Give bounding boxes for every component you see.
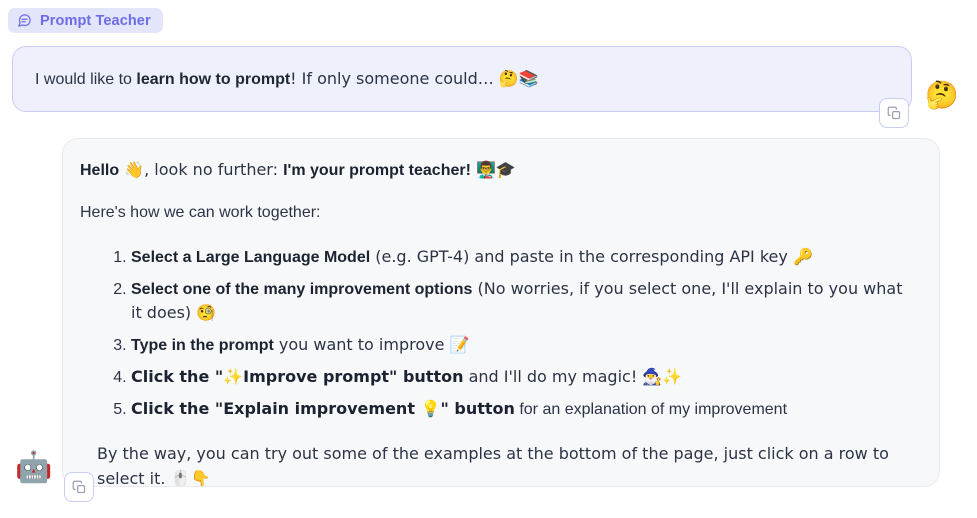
copy-user-message-button[interactable] xyxy=(879,98,909,128)
step-5-rest: for an explanation of my improvement xyxy=(514,401,788,418)
assistant-intro: Here's how we can work together: xyxy=(80,204,321,221)
prompt-teacher-badge-label: Prompt Teacher xyxy=(40,12,151,29)
copy-icon xyxy=(887,106,900,119)
assistant-outro: By the way, you can try out some of the … xyxy=(97,444,889,487)
step-1-bold: Select a Large Language Model xyxy=(131,249,371,266)
assistant-avatar: 🤖 xyxy=(15,450,53,485)
list-item: Click the "Explain improvement 💡" button… xyxy=(131,397,917,421)
step-3-bold: Type in the prompt xyxy=(131,337,274,354)
list-item: Type in the prompt you want to improve 📝 xyxy=(131,333,917,357)
step-1-rest: (e.g. GPT-4) and paste in the correspond… xyxy=(370,247,813,266)
greeting-role: I'm your prompt teacher! xyxy=(283,162,471,179)
greeting-hello: Hello xyxy=(80,162,120,179)
assistant-greeting: Hello 👋, look no further: I'm your promp… xyxy=(80,159,917,182)
user-message-text: I would like to learn how to prompt! If … xyxy=(35,68,539,91)
user-text-bold: learn how to prompt xyxy=(136,70,291,88)
step-5-bold: Click the "Explain improvement 💡" button xyxy=(131,399,515,418)
step-4-rest: and I'll do my magic! 🧙‍♂️✨ xyxy=(463,367,683,386)
copy-icon xyxy=(72,480,85,493)
chat-bubble-icon xyxy=(17,13,32,28)
assistant-message-bubble: Hello 👋, look no further: I'm your promp… xyxy=(62,138,940,487)
copy-assistant-message-button[interactable] xyxy=(64,472,94,502)
prompt-teacher-badge: Prompt Teacher xyxy=(8,8,163,33)
step-4-bold: Click the "✨Improve prompt" button xyxy=(131,367,464,386)
user-message-row: I would like to learn how to prompt! If … xyxy=(12,46,965,112)
step-2-bold: Select one of the many improvement optio… xyxy=(131,281,473,298)
list-item: Select one of the many improvement optio… xyxy=(131,277,917,325)
assistant-steps-list: Select a Large Language Model (e.g. GPT-… xyxy=(80,245,917,421)
greeting-middle: 👋, look no further: xyxy=(119,160,284,179)
greeting-emojis: 👨‍🏫🎓 xyxy=(470,160,516,179)
list-item: Click the "✨Improve prompt" button and I… xyxy=(131,365,917,389)
user-text-tail: ! If only someone could… 🤔📚 xyxy=(290,68,539,88)
step-3-rest: you want to improve 📝 xyxy=(273,335,470,354)
list-item: Select a Large Language Model (e.g. GPT-… xyxy=(131,245,917,269)
chat-app: Prompt Teacher I would like to learn how… xyxy=(0,0,977,518)
user-avatar: 🤔 xyxy=(925,80,959,111)
user-text-lead: I would like to xyxy=(35,70,137,88)
user-message-bubble: I would like to learn how to prompt! If … xyxy=(12,46,912,112)
